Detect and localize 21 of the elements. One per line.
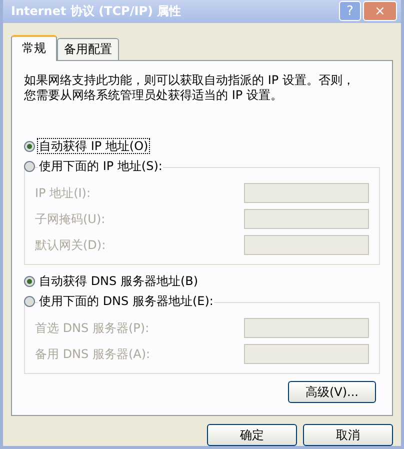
field-label: IP 地址(I):: [35, 186, 91, 200]
field-label: 备用 DNS 服务器(A):: [35, 346, 150, 362]
tab[interactable]: 常规: [11, 34, 57, 62]
description-line: 您需要从网络系统管理员处获得适当的 IP 设置。: [24, 88, 282, 102]
radio-label[interactable]: 自动获得 IP 地址(O): [38, 138, 150, 154]
radio-button[interactable]: [24, 276, 35, 287]
radio-button[interactable]: [24, 160, 35, 172]
radio-button[interactable]: [24, 296, 35, 307]
radio-label[interactable]: 使用下面的 IP 地址(S):: [38, 158, 164, 174]
field-label: 子网掩码(U):: [35, 212, 106, 226]
field-label: 默认网关(D):: [35, 238, 106, 252]
cancel-button[interactable]: 取消: [303, 424, 393, 446]
radio-label[interactable]: 自动获得 DNS 服务器地址(B): [38, 274, 200, 288]
radio-label[interactable]: 使用下面的 DNS 服务器地址(E):: [38, 294, 214, 308]
field-label: 首选 DNS 服务器(P):: [35, 320, 150, 336]
ok-button[interactable]: 确定: [207, 424, 297, 446]
description-line: 如果网络支持此功能，则可以获取自动指派的 IP 设置。否则，: [24, 73, 354, 88]
advanced-button[interactable]: 高级(V)...: [288, 381, 376, 403]
radio-button[interactable]: [24, 140, 35, 152]
tab[interactable]: 备用配置: [57, 38, 119, 60]
window-title: Internet 协议 (TCP/IP) 属性: [11, 4, 182, 19]
